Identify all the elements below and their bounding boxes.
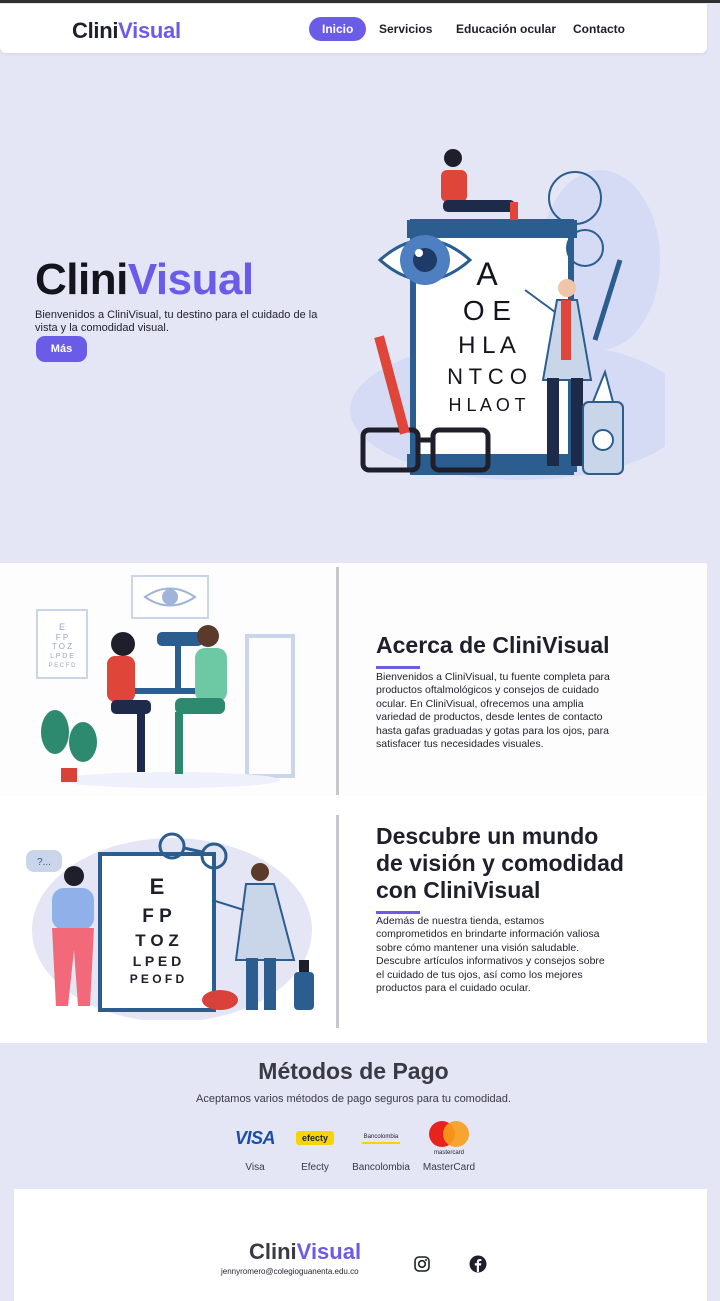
snellen-row-4: L P E D [133, 953, 182, 969]
wall-chart-row-3: T O Z [52, 642, 72, 651]
chart-board-top [407, 220, 577, 238]
wall-chart-row-4: L P D E [50, 653, 74, 660]
discover-text: Además de nuestra tienda, estamos compro… [376, 915, 605, 995]
snellen-row-3: T O Z [135, 931, 178, 950]
eye-pupil [162, 589, 178, 605]
footer-logo-part-2: Visual [296, 1239, 362, 1264]
instagram-icon[interactable] [413, 1255, 431, 1273]
snellen-row-2: F P [142, 906, 172, 927]
snellen-row-1: E [150, 874, 165, 899]
hero-title: CliniVisual [35, 255, 254, 305]
nav-inicio[interactable]: Inicio [309, 17, 367, 41]
eye-exam-illustration: E F P T O Z L P D E P E C F D [36, 575, 295, 788]
payments-subtitle: Aceptamos varios métodos de pago seguros… [196, 1093, 511, 1105]
nav-logo[interactable]: CliniVisual [72, 18, 181, 44]
nav-educacion-ocular[interactable]: Educación ocular [456, 17, 556, 41]
more-button[interactable]: Más [36, 336, 87, 362]
plant-icon [41, 710, 97, 782]
speech-bubble-text: ?... [37, 857, 51, 868]
visa-logo-text: VISA [234, 1127, 276, 1148]
eye-chart-illustration: A O E H L A N T C O H L A O T [350, 149, 665, 480]
about-title-underline [376, 666, 420, 669]
top-border [0, 0, 720, 3]
efecty-logo-text: efecty [295, 1131, 334, 1145]
mastercard-logo-text: mastercard [433, 1150, 464, 1156]
nav-servicios[interactable]: Servicios [379, 17, 432, 41]
optometrist-figure [175, 625, 227, 774]
optometry-consult-illustration: E F P T O Z L P E D P E O F D ?... [26, 832, 314, 1020]
chart-row-4: N T C O [447, 364, 527, 389]
navbar: CliniVisual Inicio Servicios Educación o… [0, 4, 707, 53]
about-title: Acerca de CliniVisual [376, 632, 610, 658]
hero-title-part-2: Visual [127, 255, 254, 304]
facebook-icon[interactable] [469, 1255, 487, 1273]
payments-title: Métodos de Pago [258, 1058, 449, 1084]
about-text: Bienvenidos a CliniVisual, tu fuente com… [376, 671, 610, 751]
phoropter-icon [135, 632, 205, 694]
wall-chart-row-5: P E C F D [49, 663, 77, 669]
chart-row-5: H L A O T [448, 395, 525, 415]
mastercard-icon: mastercard [409, 1120, 489, 1156]
patient-figure [107, 632, 151, 772]
wall-chart-row-1: E [59, 622, 65, 632]
hero-title-part-1: Clini [35, 255, 128, 304]
discover-title: Descubre un mundo de visión y comodidad … [376, 823, 624, 903]
floor-shadow [60, 772, 280, 788]
logo-part-2: Visual [118, 18, 181, 43]
bancolombia-logo-text: Bancolombia [361, 1132, 401, 1144]
payment-mastercard: mastercard MasterCard [409, 1120, 489, 1173]
footer-logo-part-1: Clini [249, 1239, 297, 1264]
hero-subtitle: Bienvenidos a CliniVisual, tu destino pa… [35, 309, 318, 334]
wall-chart-row-2: F P [56, 633, 68, 642]
payment-label-mastercard: MasterCard [422, 1162, 476, 1173]
footer-logo[interactable]: CliniVisual [249, 1239, 361, 1265]
chart-row-3: H L A [458, 332, 516, 359]
nav-contacto[interactable]: Contacto [573, 17, 625, 41]
discover-divider [336, 815, 339, 1028]
logo-part-1: Clini [72, 18, 119, 43]
footer-email[interactable]: jennyromero@colegioguanenta.edu.co [221, 1267, 359, 1276]
chart-row-2: O E [463, 295, 511, 326]
chart-row-1: A [476, 256, 498, 292]
snellen-row-5: P E O F D [130, 972, 185, 986]
leaf-icon [202, 990, 238, 1010]
shelf [245, 634, 295, 778]
woman-figure [441, 149, 518, 220]
discover-title-underline [376, 911, 420, 914]
about-divider [336, 567, 339, 795]
